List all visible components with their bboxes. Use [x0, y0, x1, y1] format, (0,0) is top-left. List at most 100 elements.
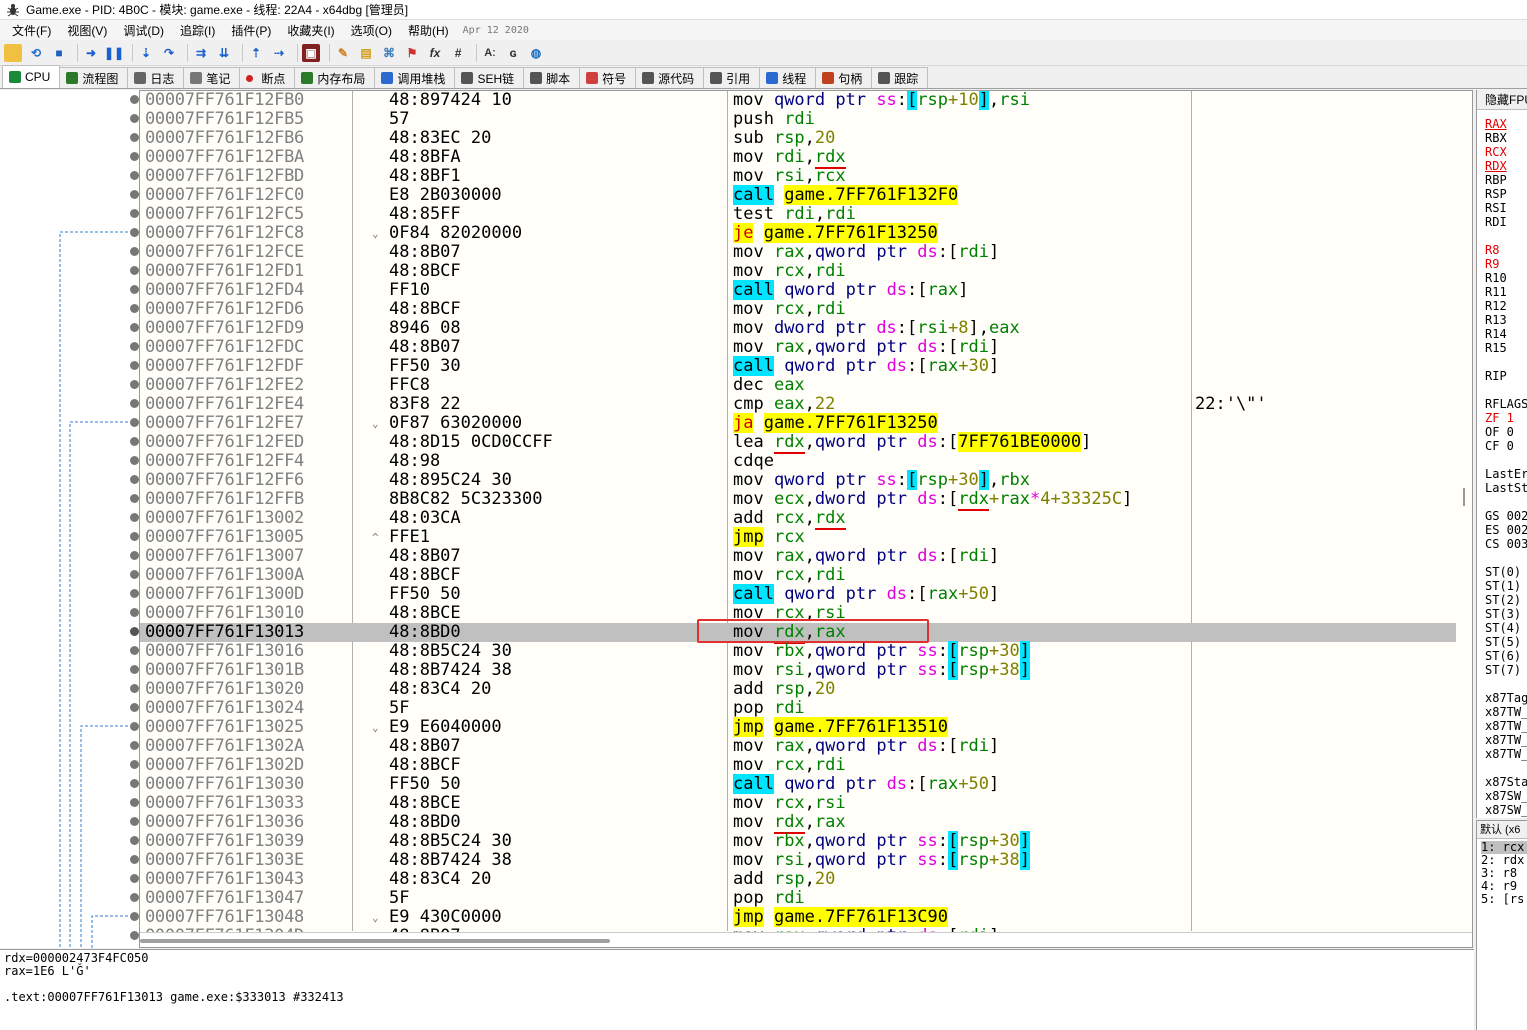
- register-line[interactable]: ST(6): [1485, 649, 1527, 663]
- tab-10[interactable]: 符号: [579, 67, 637, 88]
- instruction-row[interactable]: 00007FF761F13024 5F pop rdi: [140, 699, 1456, 718]
- comment-icon[interactable]: ▤: [357, 44, 375, 62]
- breakpoint-dot[interactable]: [130, 380, 139, 389]
- breakpoint-dot[interactable]: [130, 912, 139, 921]
- register-line[interactable]: ZF 1: [1485, 411, 1527, 425]
- instruction-row[interactable]: 00007FF761F1300D FF50 50 call qword ptr ds…: [140, 584, 1456, 604]
- instruction-row[interactable]: 00007FF761F13033 48:8BCE mov rcx,rsi: [140, 794, 1456, 813]
- vertical-scrollbar-mark[interactable]: [1463, 488, 1465, 506]
- scrollbar-thumb[interactable]: [140, 939, 610, 943]
- tab-2[interactable]: 流程图: [59, 67, 129, 88]
- breakpoint-dot[interactable]: [130, 589, 139, 598]
- register-line[interactable]: x87TW_: [1485, 719, 1527, 733]
- breakpoint-dot[interactable]: [130, 551, 139, 560]
- register-line[interactable]: R10: [1485, 271, 1527, 285]
- breakpoint-dot[interactable]: [130, 703, 139, 712]
- instruction-row[interactable]: 00007FF761F13005 ^ FFE1 jmp rcx: [140, 527, 1456, 547]
- instruction-row[interactable]: 00007FF761F1303E 48:8B7424 38 mov rsi,qwor…: [140, 850, 1456, 870]
- breakpoint-dot[interactable]: [130, 798, 139, 807]
- register-line[interactable]: x87TW_: [1485, 747, 1527, 761]
- breakpoint-dot[interactable]: [130, 836, 139, 845]
- register-line[interactable]: x87SW_: [1485, 789, 1527, 803]
- breakpoint-dot[interactable]: [130, 285, 139, 294]
- instruction-row[interactable]: 00007FF761F13039 48:8B5C24 30 mov rbx,qwor…: [140, 831, 1456, 851]
- instruction-row[interactable]: 00007FF761F12FE2 FFC8 dec eax: [140, 376, 1456, 395]
- breakpoint-dot[interactable]: [130, 494, 139, 503]
- breakpoint-dot[interactable]: [130, 304, 139, 313]
- register-line[interactable]: ST(3): [1485, 607, 1527, 621]
- instruction-row[interactable]: 00007FF761F12FED 48:8D15 0CD0CCFF lea rdx,…: [140, 432, 1456, 454]
- breakpoint-dot[interactable]: [130, 266, 139, 275]
- step-into-icon[interactable]: ⇣: [137, 44, 155, 62]
- instruction-row[interactable]: 00007FF761F12FBA 48:8BFA mov rdi,rdx: [140, 147, 1456, 169]
- register-line[interactable]: RSI: [1485, 201, 1527, 215]
- breakpoint-dot[interactable]: [130, 323, 139, 332]
- instruction-row[interactable]: 00007FF761F13047 5F pop rdi: [140, 889, 1456, 908]
- instruction-row[interactable]: 00007FF761F13002 48:03CA add rcx,rdx: [140, 508, 1456, 530]
- tab-3[interactable]: 日志: [127, 67, 185, 88]
- scylla-icon[interactable]: ▣: [302, 43, 320, 62]
- breakpoint-dot[interactable]: [130, 760, 139, 769]
- menu-item[interactable]: 帮助(H): [400, 22, 457, 39]
- tab-9[interactable]: 脚本: [523, 67, 581, 88]
- horizontal-scrollbar[interactable]: [140, 932, 1472, 947]
- register-line[interactable]: RBP: [1485, 173, 1527, 187]
- breakpoint-dot[interactable]: [130, 532, 139, 541]
- breakpoint-dot[interactable]: [130, 779, 139, 788]
- bookmark-icon[interactable]: ⚑: [403, 44, 421, 62]
- breakpoint-dot[interactable]: [130, 399, 139, 408]
- register-line[interactable]: RAX: [1485, 117, 1527, 131]
- menu-item[interactable]: 调试(D): [115, 22, 172, 39]
- breakpoint-dot[interactable]: [130, 684, 139, 693]
- tab-1[interactable]: CPU: [2, 65, 61, 88]
- register-line[interactable]: x87Tag: [1485, 691, 1527, 705]
- register-line[interactable]: RCX: [1485, 145, 1527, 159]
- menu-item[interactable]: 追踪(I): [172, 22, 223, 39]
- register-line[interactable]: ST(1): [1485, 579, 1527, 593]
- label-icon[interactable]: ⌘: [380, 44, 398, 62]
- instruction-row[interactable]: 00007FF761F12FB5 57 push rdi: [140, 110, 1456, 129]
- register-line[interactable]: LastEr: [1485, 467, 1527, 481]
- instruction-row[interactable]: 00007FF761F12FC8 ⌄ 0F84 82020000 je game.7F…: [140, 223, 1456, 243]
- breakpoint-dot[interactable]: [130, 646, 139, 655]
- step-over-icon[interactable]: ↷: [160, 44, 178, 62]
- tab-7[interactable]: 调用堆栈: [374, 67, 456, 88]
- breakpoint-dot[interactable]: [130, 874, 139, 883]
- register-line[interactable]: RSP: [1485, 187, 1527, 201]
- menu-item[interactable]: 文件(F): [4, 22, 59, 39]
- register-line[interactable]: RBX: [1485, 131, 1527, 145]
- call-arg-line[interactable]: 5: [rs: [1481, 893, 1527, 906]
- breakpoint-dot[interactable]: [130, 741, 139, 750]
- instruction-row[interactable]: 00007FF761F12FC0 E8 2B030000 call game.7FF…: [140, 185, 1456, 205]
- calling-convention-select[interactable]: 默认 (x6: [1477, 821, 1527, 839]
- disassembly-view[interactable]: 00007FF761F12FB0 48:897424 10 mov qword pt…: [139, 90, 1473, 948]
- instruction-row[interactable]: 00007FF761F12FFB 8B8C82 5C323300 mov ecx,d…: [140, 489, 1456, 511]
- instruction-row[interactable]: 00007FF761F1302A 48:8B07 mov rax,qword ptr…: [140, 737, 1456, 756]
- register-line[interactable]: ST(0): [1485, 565, 1527, 579]
- breakpoint-dot[interactable]: [130, 456, 139, 465]
- instruction-row[interactable]: 00007FF761F12FD1 48:8BCF mov rcx,rdi: [140, 262, 1456, 281]
- breakpoint-dot[interactable]: [130, 931, 139, 940]
- breakpoint-dot[interactable]: [130, 665, 139, 674]
- breakpoint-dot[interactable]: [130, 209, 139, 218]
- breakpoint-dot[interactable]: [130, 152, 139, 161]
- breakpoint-dot[interactable]: [130, 418, 139, 427]
- hash-icon[interactable]: #: [449, 44, 467, 62]
- tab-11[interactable]: 源代码: [635, 67, 705, 88]
- register-line[interactable]: ST(4): [1485, 621, 1527, 635]
- breakpoint-dot[interactable]: [130, 95, 139, 104]
- register-line[interactable]: ST(5): [1485, 635, 1527, 649]
- register-line[interactable]: x87Sta: [1485, 775, 1527, 789]
- execute-till-return-icon[interactable]: ⇡: [247, 44, 265, 62]
- register-line[interactable]: R15: [1485, 341, 1527, 355]
- open-icon[interactable]: [4, 43, 22, 62]
- instruction-row[interactable]: 00007FF761F1302D 48:8BCF mov rcx,rdi: [140, 756, 1456, 775]
- instruction-row[interactable]: 00007FF761F12FCE 48:8B07 mov rax,qword ptr…: [140, 243, 1456, 262]
- instruction-row[interactable]: 00007FF761F12FD4 FF10 call qword ptr ds:[r…: [140, 280, 1456, 300]
- instruction-row[interactable]: 00007FF761F1300A 48:8BCF mov rcx,rdi: [140, 566, 1456, 585]
- instruction-row[interactable]: 00007FF761F12FC5 48:85FF test rdi,rdi: [140, 205, 1456, 224]
- tab-12[interactable]: 引用: [703, 67, 761, 88]
- menu-item[interactable]: 收藏夹(I): [279, 22, 342, 39]
- register-line[interactable]: LastSt: [1485, 481, 1527, 495]
- register-line[interactable]: x87TW_: [1485, 733, 1527, 747]
